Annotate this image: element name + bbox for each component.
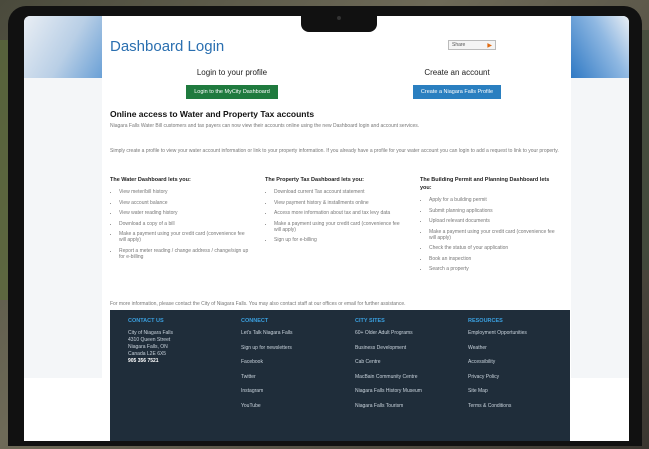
footer-heading: RESOURCES — [468, 318, 503, 324]
footer-link[interactable]: 60+ Older Adult Programs — [355, 330, 460, 336]
list-item: Check the status of your application — [429, 245, 560, 251]
site-footer: CONTACT US City of Niagara Falls 4310 Qu… — [110, 310, 570, 441]
list-item: Book an inspection — [429, 256, 560, 262]
footer-address-line: 4310 Queen Street — [128, 337, 171, 343]
footer-heading: CONNECT — [241, 318, 269, 324]
section-intro: Niagara Falls Water Bill customers and t… — [110, 123, 420, 129]
login-panel: Login to your profile Login to the MyCit… — [172, 68, 292, 99]
list-item: View meter/bill history — [119, 189, 250, 195]
footer-connect: CONNECT Let's Talk Niagara Falls Sign up… — [241, 318, 341, 417]
list-item: Download current Tax account statement — [274, 189, 405, 195]
header-image-left — [24, 16, 102, 78]
footer-phone-link[interactable]: 905 356 7521 — [128, 358, 218, 365]
footer-link[interactable]: Weather — [468, 345, 568, 351]
column-heading: The Property Tax Dashboard lets you: — [265, 177, 364, 183]
page-title: Dashboard Login — [110, 38, 225, 55]
water-dashboard-column: The Water Dashboard lets you: View meter… — [110, 176, 250, 264]
footer-link[interactable]: Let's Talk Niagara Falls — [241, 330, 341, 336]
footer-link[interactable]: Niagara Falls History Museum — [355, 388, 460, 394]
footer-resources: RESOURCES Employment Opportunities Weath… — [468, 318, 568, 417]
header-image-right — [571, 16, 629, 78]
footer-link[interactable]: Facebook — [241, 359, 341, 365]
list-item: Make a payment using your credit card (c… — [274, 221, 405, 233]
column-heading: The Water Dashboard lets you: — [110, 177, 191, 183]
camera-notch — [301, 6, 377, 32]
building-permit-dashboard-column: The Building Permit and Planning Dashboa… — [420, 176, 560, 277]
column-heading: The Building Permit and Planning Dashboa… — [420, 177, 550, 191]
footer-link[interactable]: Instagram — [241, 388, 341, 394]
footer-link[interactable]: Niagara Falls Tourism — [355, 403, 460, 409]
share-button[interactable]: Share ▶ — [448, 40, 496, 50]
browser-screen: Dashboard Login Share ▶ Login to your pr… — [24, 16, 629, 441]
footer-link[interactable]: Employment Opportunities — [468, 330, 568, 336]
list-item: Access more information about tax and ta… — [274, 210, 405, 216]
more-info-text: For more information, please contact the… — [110, 301, 406, 307]
list-item: Report a meter reading / change address … — [119, 248, 250, 260]
footer-link[interactable]: Accessibility — [468, 359, 568, 365]
create-account-heading: Create an account — [424, 68, 490, 77]
footer-link[interactable]: Twitter — [241, 374, 341, 380]
footer-heading: CITY SITES — [355, 318, 385, 324]
list-item: Apply for a building permit — [429, 197, 560, 203]
footer-link[interactable]: MacBain Community Centre — [355, 374, 460, 380]
footer-link[interactable]: Sign up for newsletters — [241, 345, 341, 351]
laptop-frame: Dashboard Login Share ▶ Login to your pr… — [8, 6, 642, 446]
footer-address-line: Canada L2E 6X5 — [128, 351, 167, 357]
list-item: Search a property — [429, 266, 560, 272]
list-item: Upload relevant documents — [429, 218, 560, 224]
footer-address-line: City of Niagara Falls — [128, 330, 174, 336]
list-item: Download a copy of a bill — [119, 221, 250, 227]
list-item: Make a payment using your credit card (c… — [119, 231, 250, 243]
list-item: View water reading history — [119, 210, 250, 216]
section-intro-2: Simply create a profile to view your wat… — [110, 148, 559, 154]
list-item: Sign up for e-billing — [274, 237, 405, 243]
page-margin-left — [24, 78, 102, 378]
list-item: Submit planning applications — [429, 208, 560, 214]
footer-city-sites: CITY SITES 60+ Older Adult Programs Busi… — [355, 318, 460, 417]
section-heading: Online access to Water and Property Tax … — [110, 109, 315, 119]
share-arrow-icon: ▶ — [487, 42, 492, 49]
property-tax-dashboard-column: The Property Tax Dashboard lets you: Dow… — [265, 176, 405, 248]
login-heading: Login to your profile — [196, 68, 268, 77]
footer-link[interactable]: Terms & Conditions — [468, 403, 568, 409]
footer-address-line: Niagara Falls, ON — [128, 344, 168, 350]
list-item: Make a payment using your credit card (c… — [429, 229, 560, 241]
footer-link[interactable]: Cab Centre — [355, 359, 460, 365]
login-dashboard-button[interactable]: Login to the MyCity Dashboard — [186, 85, 278, 99]
create-account-panel: Create an account Create a Niagara Falls… — [402, 68, 512, 99]
share-label: Share — [452, 42, 466, 48]
footer-link[interactable]: Business Development — [355, 345, 460, 351]
create-profile-button[interactable]: Create a Niagara Falls Profile — [412, 85, 502, 99]
footer-link[interactable]: Privacy Policy — [468, 374, 568, 380]
footer-link[interactable]: YouTube — [241, 403, 341, 409]
footer-contact: CONTACT US City of Niagara Falls 4310 Qu… — [128, 318, 218, 365]
camera-icon — [337, 16, 341, 20]
list-item: View payment history & installments onli… — [274, 200, 405, 206]
footer-heading: CONTACT US — [128, 318, 164, 324]
list-item: View account balance — [119, 200, 250, 206]
page-margin-right — [571, 78, 629, 378]
footer-link[interactable]: Site Map — [468, 388, 568, 394]
